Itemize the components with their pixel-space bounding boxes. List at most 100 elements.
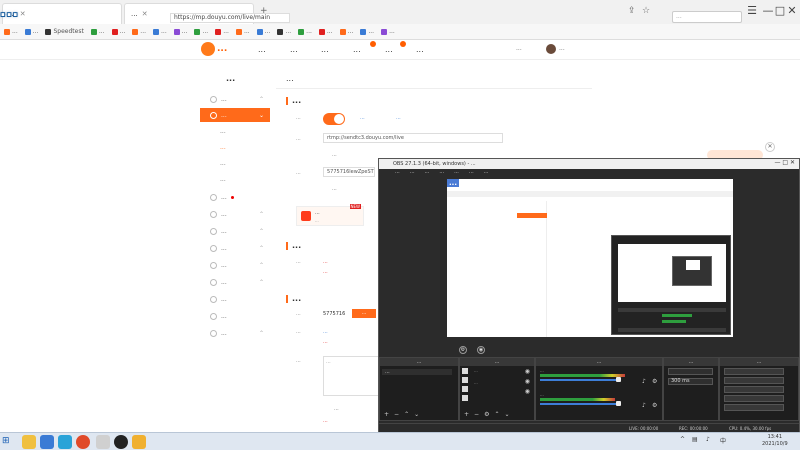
bookmark-item[interactable]: ...: [235, 28, 250, 35]
sidebar-item[interactable]: ...: [200, 292, 270, 306]
speaker-icon[interactable]: ♪: [642, 378, 646, 385]
app-icon[interactable]: [96, 435, 110, 449]
link-stream-code[interactable]: ...: [396, 115, 401, 121]
search-input[interactable]: ...: [672, 11, 742, 23]
address-bar[interactable]: https://mp.douyu.com/live/main: [170, 13, 290, 23]
bookmark-item[interactable]: ...: [132, 28, 146, 35]
share-icon[interactable]: ⇪: [628, 6, 636, 16]
file-explorer-icon[interactable]: [22, 435, 36, 449]
copy-key-button[interactable]: ...: [332, 186, 337, 192]
bookmark-item[interactable]: ...: [215, 28, 229, 35]
nav-live[interactable]: ...: [290, 45, 298, 54]
menu-icon[interactable]: ☰: [744, 4, 760, 17]
username[interactable]: ...: [559, 45, 565, 52]
sidebar-item[interactable]: ...: [200, 190, 270, 204]
bookmark-item[interactable]: ...: [111, 28, 125, 35]
transition-select[interactable]: [668, 368, 713, 375]
gear-icon[interactable]: ⚙: [652, 378, 657, 385]
bookmark-item[interactable]: ...: [153, 28, 167, 35]
app-icon[interactable]: [132, 435, 146, 449]
bookmark-item[interactable]: ...: [318, 28, 333, 35]
source-item[interactable]: ...: [474, 380, 478, 385]
nav-video[interactable]: ...: [353, 45, 361, 54]
sidebar-item[interactable]: ... ⌃: [200, 275, 270, 289]
scene-item[interactable]: ...: [382, 369, 453, 375]
avatar[interactable]: [546, 44, 556, 54]
start-streaming-button[interactable]: [724, 368, 784, 375]
sidebar-sub-item[interactable]: ...: [220, 160, 226, 167]
obs-menu-item[interactable]: ...: [484, 169, 489, 178]
announcement-textarea[interactable]: ...: [323, 356, 383, 396]
bookmark-item[interactable]: ...: [4, 28, 18, 35]
eye-icon[interactable]: ◉: [525, 368, 530, 375]
close-icon[interactable]: ✕: [765, 142, 775, 152]
windows-start-icon[interactable]: ⊞: [2, 436, 16, 448]
rtmp-address-field[interactable]: rtmp://sendtc3.douyu.com/live: [323, 133, 503, 143]
modify-button[interactable]: ...: [334, 406, 339, 412]
up-icon[interactable]: ⌃: [494, 411, 499, 418]
logo[interactable]: ...: [201, 42, 227, 56]
taskbar-clock[interactable]: 13:41 2021/10/9: [762, 434, 788, 448]
add-icon[interactable]: +: [464, 411, 469, 418]
bookmark-item[interactable]: ...: [277, 28, 291, 35]
close-icon[interactable]: ✕: [784, 4, 800, 17]
obs-menu-item[interactable]: ...: [410, 169, 415, 178]
companion-banner[interactable]: ... ... NEW: [296, 204, 364, 226]
gear-icon[interactable]: ⚙: [652, 402, 657, 409]
sidebar-item[interactable]: ... ⌃: [200, 241, 270, 255]
studio-mode-button[interactable]: [724, 386, 784, 393]
sidebar-sub-item-active[interactable]: ...: [220, 144, 226, 151]
obs-icon[interactable]: [114, 435, 128, 449]
volume-slider-handle[interactable]: [616, 377, 621, 382]
obs-menu-item[interactable]: ...: [395, 169, 400, 178]
nav-game[interactable]: ...: [385, 45, 393, 54]
nav-home[interactable]: ...: [258, 45, 266, 54]
text-icon[interactable]: [462, 377, 468, 383]
sidebar-item[interactable]: ... ⌃: [200, 326, 270, 340]
nav-fishbar[interactable]: ...: [416, 45, 424, 54]
obs-preview[interactable]: ...: [447, 179, 733, 337]
download-link[interactable]: ...: [516, 45, 522, 52]
volume-icon[interactable]: ♪: [706, 436, 710, 443]
bookmark-item[interactable]: ...: [360, 28, 374, 35]
sidebar-item[interactable]: ... ⌃: [200, 207, 270, 221]
browser-tab-1[interactable]: ... ✕: [2, 3, 122, 24]
settings-button[interactable]: [724, 395, 784, 402]
obs-menu-item[interactable]: ...: [454, 169, 459, 178]
sidebar-item[interactable]: ... ⌃: [200, 258, 270, 272]
tray-chevron-icon[interactable]: ^: [680, 436, 685, 443]
sidebar-item[interactable]: ... ⌃: [200, 224, 270, 238]
obs-menu-item[interactable]: ...: [425, 169, 430, 178]
exit-button[interactable]: [724, 404, 784, 411]
obs-menu-item[interactable]: ...: [439, 169, 444, 178]
bookmark-item[interactable]: ...: [381, 28, 395, 35]
room-title-value[interactable]: ...: [323, 329, 328, 335]
bookmark-item[interactable]: ...: [194, 28, 208, 35]
bookmark-item[interactable]: ...: [90, 28, 105, 35]
app-icon[interactable]: [40, 435, 54, 449]
sidebar-item-anchor[interactable]: ... ⌃: [200, 92, 270, 106]
up-icon[interactable]: ⌃: [404, 411, 409, 418]
obs-window-controls[interactable]: — □ ✕: [774, 159, 795, 166]
live-toggle[interactable]: [323, 113, 345, 125]
link-tutorial[interactable]: ...: [360, 115, 365, 121]
sidebar-item[interactable]: ...: [200, 309, 270, 323]
enter-room-button[interactable]: ...: [352, 309, 376, 318]
network-icon[interactable]: ▤: [692, 436, 698, 443]
transition-duration-field[interactable]: 300 ms: [668, 378, 713, 385]
copy-rtmp-button[interactable]: ...: [332, 152, 337, 158]
eye-icon[interactable]: ◉: [525, 378, 530, 385]
eye-icon[interactable]: ◉: [525, 388, 530, 395]
close-icon[interactable]: ✕: [20, 10, 26, 18]
down-icon[interactable]: ⌄: [504, 411, 509, 418]
bookmark-item[interactable]: ...: [298, 28, 312, 35]
sidebar-item-live-settings[interactable]: ... ⌄: [200, 108, 270, 122]
browser-icon[interactable]: [76, 435, 90, 449]
monitor-icon[interactable]: [462, 368, 468, 374]
bookmark-item[interactable]: ...: [256, 28, 270, 35]
volume-slider[interactable]: [540, 379, 620, 381]
source-item[interactable]: ...: [474, 368, 478, 373]
bookmark-icon[interactable]: ☆: [642, 6, 650, 16]
app-icon[interactable]: [58, 435, 72, 449]
eye-icon[interactable]: ◉: [477, 346, 485, 354]
